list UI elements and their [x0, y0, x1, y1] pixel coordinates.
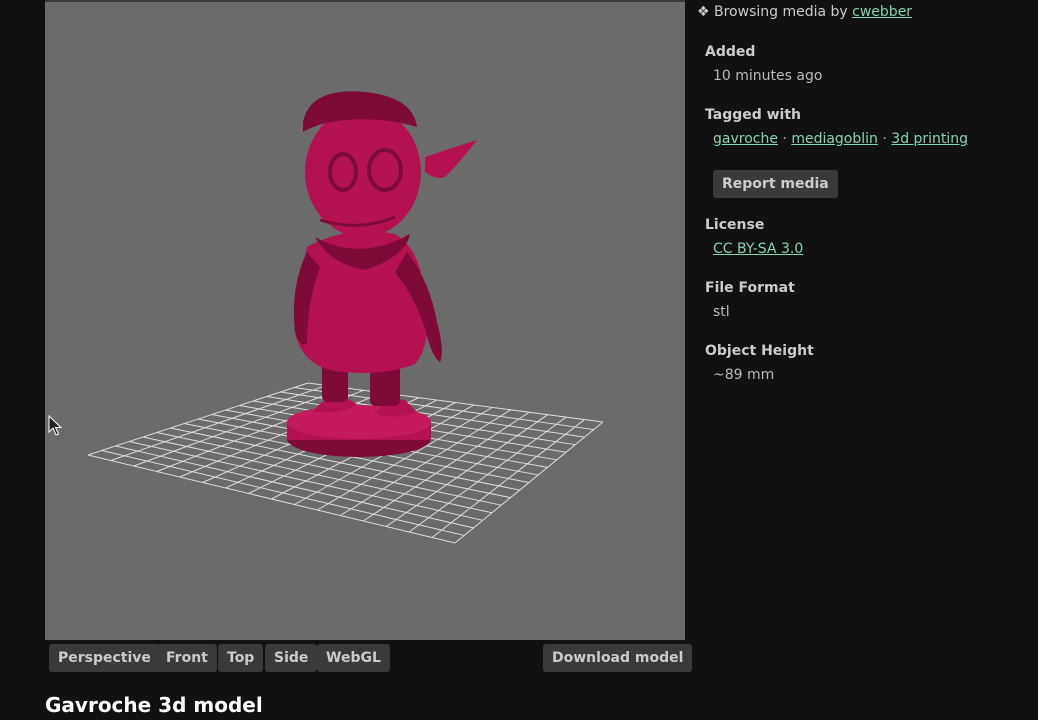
- ear: [425, 140, 477, 178]
- added-label: Added: [705, 44, 756, 60]
- added-value: 10 minutes ago: [713, 68, 823, 84]
- download-model-button[interactable]: Download model: [543, 644, 693, 672]
- license-link[interactable]: CC BY-SA 3.0: [713, 241, 803, 257]
- tag-link-gavroche[interactable]: gavroche: [713, 131, 778, 147]
- view-side-button[interactable]: Side: [265, 644, 318, 672]
- view-perspective-button[interactable]: Perspective: [49, 644, 160, 672]
- tagged-label: Tagged with: [705, 107, 802, 123]
- license-value: CC BY-SA 3.0: [713, 241, 803, 257]
- media-title: Gavroche 3d model: [45, 693, 263, 717]
- head: [305, 107, 421, 237]
- mouse-cursor-icon: [48, 415, 63, 436]
- tag-separator: ·: [777, 131, 792, 147]
- right-eye-inner: [371, 152, 399, 188]
- object-height-value: ~89 mm: [713, 367, 775, 383]
- left-eye-inner: [332, 156, 354, 188]
- tag-link-3d-printing[interactable]: 3d printing: [891, 131, 968, 147]
- gavroche-figure: [287, 91, 477, 457]
- view-top-button[interactable]: Top: [218, 644, 264, 672]
- tag-link-mediagoblin[interactable]: mediagoblin: [791, 131, 878, 147]
- file-format-value: stl: [713, 304, 730, 320]
- file-format-label: File Format: [705, 280, 795, 296]
- grid-line: [408, 416, 567, 533]
- model-render: [87, 91, 604, 544]
- tag-list: gavroche · mediagoblin · 3d printing: [713, 131, 968, 147]
- view-front-button[interactable]: Front: [157, 644, 217, 672]
- browsing-prefix: ❖ Browsing media by: [697, 4, 853, 20]
- report-media-button[interactable]: Report media: [713, 170, 838, 198]
- user-link[interactable]: cwebber: [852, 4, 912, 20]
- license-label: License: [705, 217, 765, 233]
- browsing-by: ❖ Browsing media by cwebber: [697, 4, 912, 20]
- view-webgl-button[interactable]: WebGL: [317, 644, 390, 672]
- model-viewer[interactable]: [45, 0, 685, 640]
- object-height-label: Object Height: [705, 343, 814, 359]
- tag-separator: ·: [877, 131, 892, 147]
